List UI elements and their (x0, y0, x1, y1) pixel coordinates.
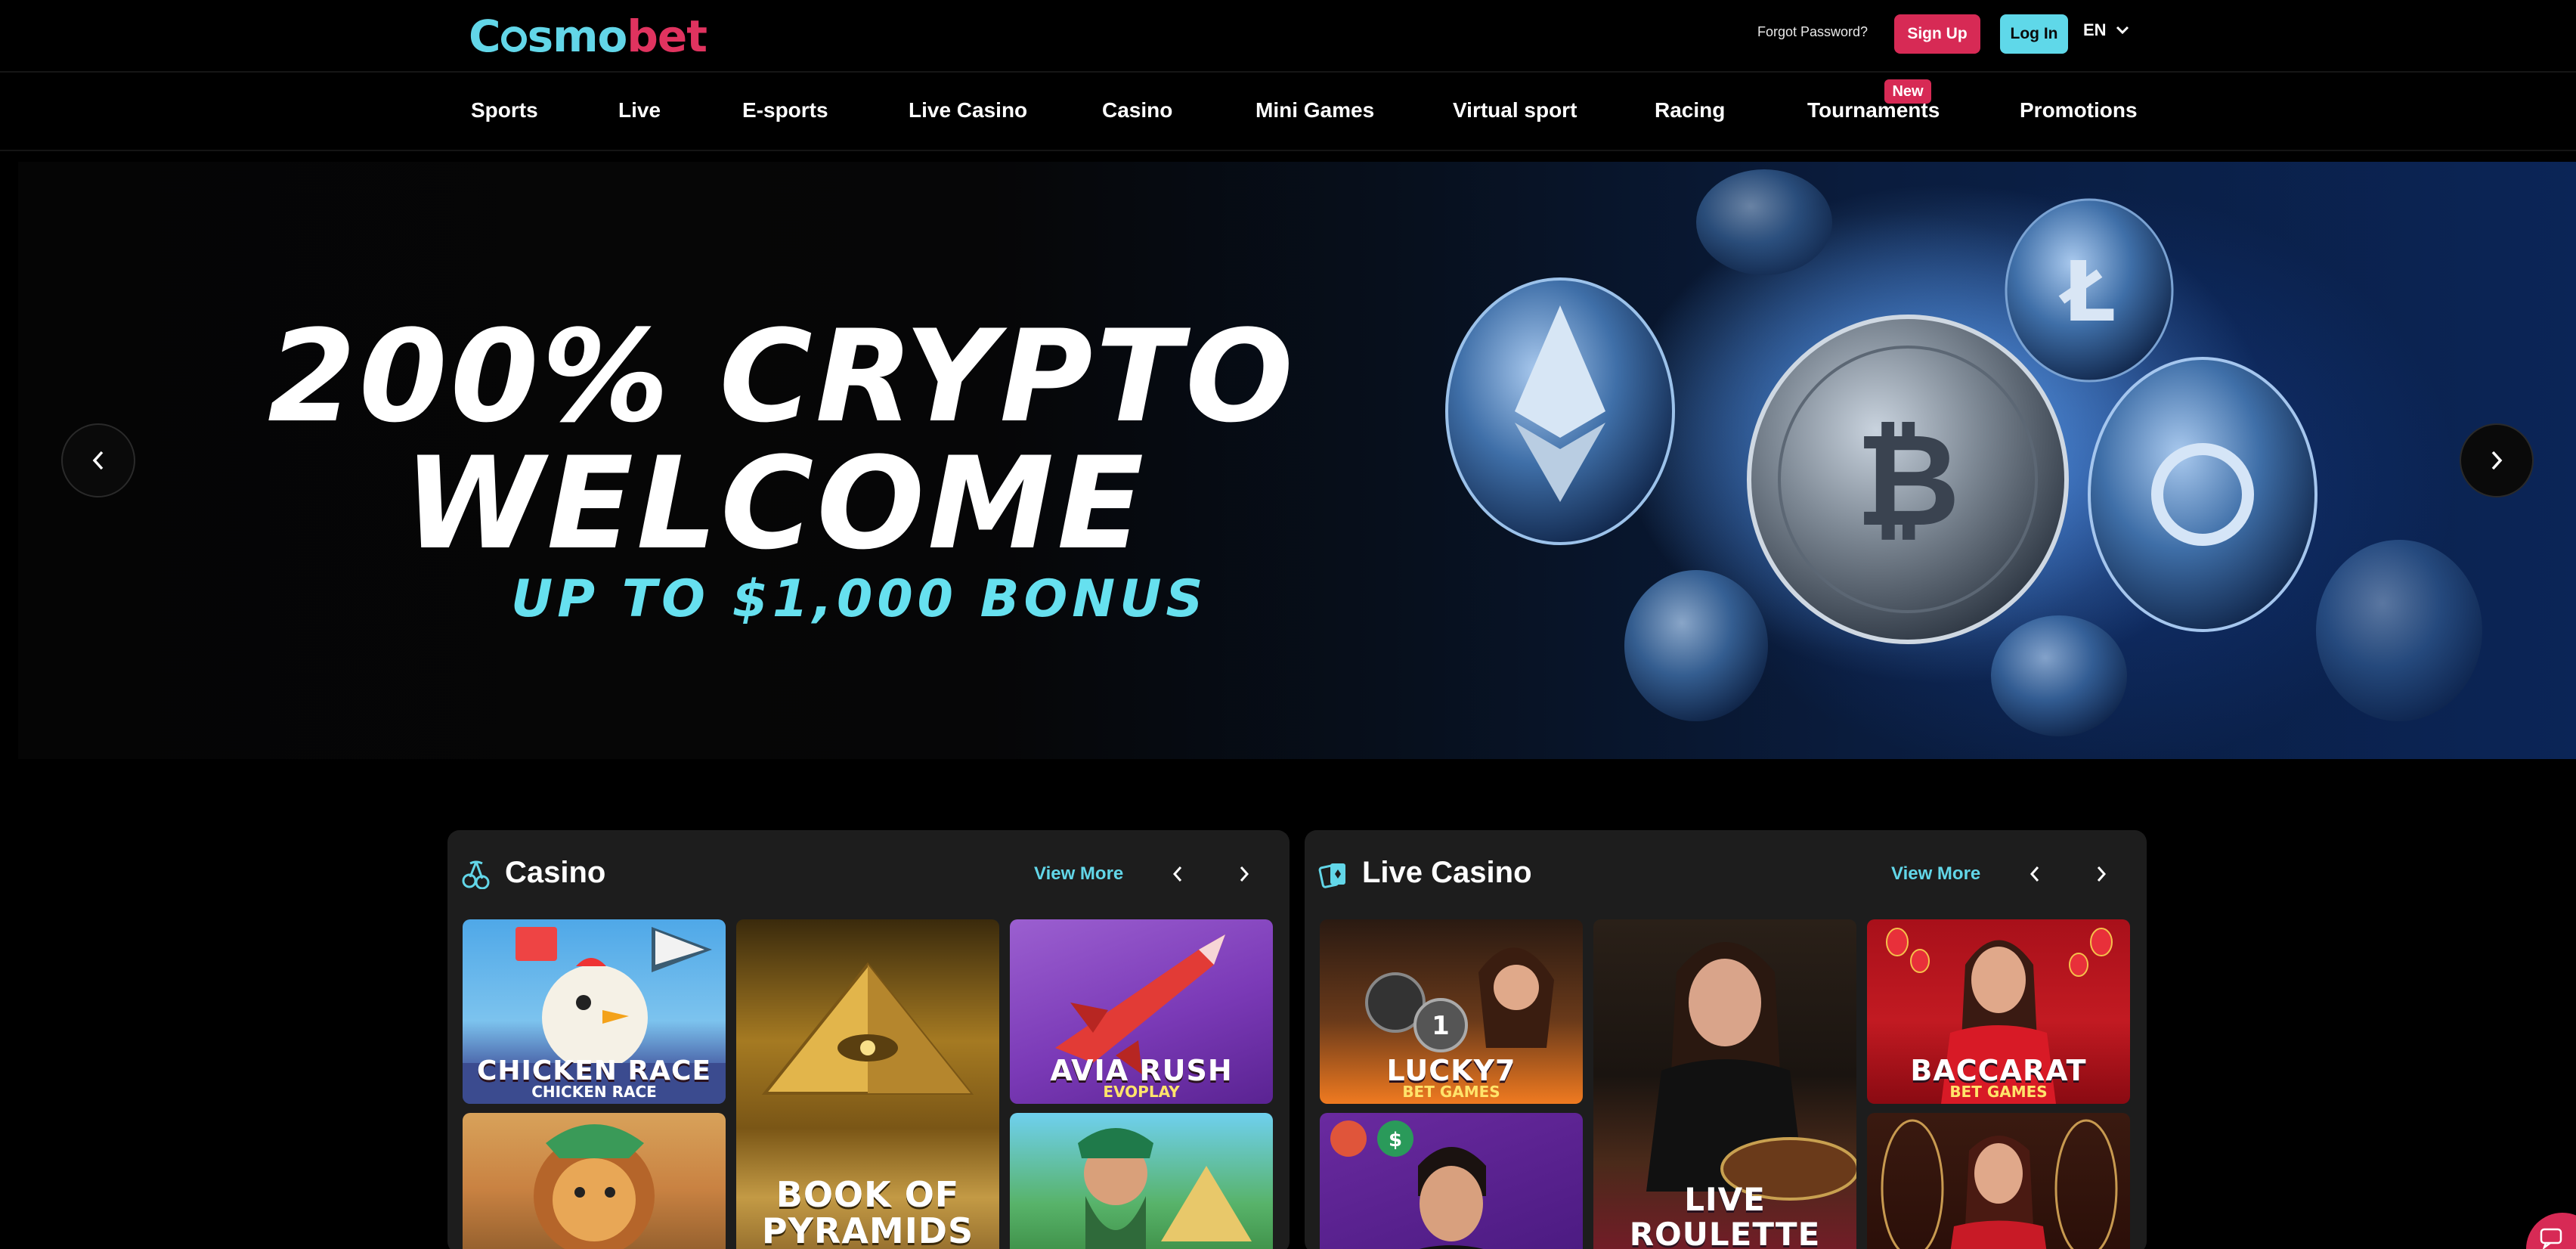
game-tile-live-dealer-2[interactable] (1867, 1113, 2130, 1249)
nav-item-live-casino[interactable]: Live Casino (909, 98, 1027, 122)
game-title: LIVE ROULETTE EUROPEAN (1629, 1181, 1821, 1249)
cosmobet-logo[interactable]: Csmobet (469, 11, 707, 62)
chevron-down-icon (2116, 26, 2129, 35)
language-selector[interactable]: EN (2083, 20, 2129, 40)
svg-text:1: 1 (1432, 1011, 1450, 1041)
new-badge: New (1884, 79, 1931, 104)
hero-prev-button[interactable] (61, 423, 135, 497)
game-tile-lucky7[interactable]: 1 LUCKY7 BET GAMES (1320, 919, 1583, 1104)
game-provider: BET GAMES (1949, 1083, 2048, 1101)
game-provider: EVOPLAY (1103, 1083, 1180, 1101)
nav-item-promotions[interactable]: Promotions (2020, 98, 2138, 122)
nav-item-casino[interactable]: Casino (1102, 98, 1172, 122)
live-casino-section: Live Casino View More 1 LUCKY7 BET GAMES (1305, 830, 2147, 1249)
dealer-woman-art (1881, 1119, 2118, 1249)
casino-next-button[interactable] (1232, 862, 1256, 886)
live-casino-prev-button[interactable] (2023, 862, 2047, 886)
nav-item-mini-games[interactable]: Mini Games (1255, 98, 1374, 122)
chevron-left-icon (2030, 866, 2039, 882)
nav-item-racing[interactable]: Racing (1655, 98, 1725, 122)
casino-section-title: Casino (505, 856, 606, 889)
game-tile-lion-slot[interactable] (463, 1113, 726, 1249)
lion-art (534, 1124, 655, 1249)
game-tile-jungle-slot[interactable] (1010, 1113, 1273, 1249)
cherries-icon (462, 860, 490, 889)
game-title: BOOK OF PYRAMIDS (761, 1174, 974, 1249)
game-provider: CHICKEN RACE (531, 1083, 657, 1101)
game-tile-avia-rush[interactable]: AVIA RUSH EVOPLAY (1010, 919, 1273, 1104)
casino-prev-button[interactable] (1166, 862, 1190, 886)
main-navigation: Sports Live E-sports Live Casino Casino … (0, 74, 2576, 151)
nav-item-sports[interactable]: Sports (471, 98, 538, 122)
live-casino-section-title: Live Casino (1362, 856, 1532, 889)
nav-item-esports[interactable]: E-sports (742, 98, 828, 122)
chevron-right-icon (2491, 451, 2503, 470)
casino-view-more-link[interactable]: View More (1034, 863, 1123, 885)
live-casino-next-button[interactable] (2089, 862, 2113, 886)
sign-up-button[interactable]: Sign Up (1894, 14, 1980, 54)
game-tile-chicken-race[interactable]: CHICKEN RACE CHICKEN RACE (463, 919, 726, 1104)
hero-subtitle: UP TO $1,000 BONUS (511, 569, 1208, 629)
dealer-art: $ (1330, 1120, 1486, 1249)
log-in-button[interactable]: Log In (2000, 14, 2068, 54)
chevron-left-icon (1172, 866, 1182, 882)
casino-section: Casino View More CHICKEN RACE CHICKEN RA… (447, 830, 1290, 1249)
chevron-right-icon (2097, 866, 2107, 882)
chevron-right-icon (1240, 866, 1249, 882)
svg-text:₿: ₿ (1856, 406, 1961, 556)
game-provider: BET GAMES (1402, 1083, 1500, 1101)
game-title: CHICKEN RACE (476, 1055, 712, 1086)
svg-text:$: $ (1389, 1129, 1402, 1151)
svg-text:Ł: Ł (2059, 243, 2116, 340)
live-chat-button[interactable] (2526, 1213, 2576, 1249)
game-tile-live-dealer[interactable]: $ (1320, 1113, 1583, 1249)
live-casino-section-header: Live Casino View More (1305, 830, 2147, 916)
casino-section-header: Casino View More (447, 830, 1290, 916)
hero-title-line1: 200% CRYPTO (268, 302, 1296, 451)
live-casino-view-more-link[interactable]: View More (1891, 863, 1980, 885)
nav-item-virtual-sport[interactable]: Virtual sport (1453, 98, 1577, 122)
forgot-password-link[interactable]: Forgot Password? (1757, 24, 1868, 40)
chat-bubble-icon (2540, 1228, 2562, 1249)
nav-item-live[interactable]: Live (618, 98, 661, 122)
game-tile-live-roulette-european[interactable]: LIVE ROULETTE EUROPEAN (1593, 919, 1856, 1249)
crypto-coins-image: ₿ Ł (1445, 169, 2482, 736)
top-header: Csmobet Forgot Password? Sign Up Log In … (0, 0, 2576, 73)
playing-cards-icon (1318, 863, 1345, 888)
hero-next-button[interactable] (2460, 423, 2534, 497)
game-tile-baccarat[interactable]: BACCARAT BET GAMES (1867, 919, 2130, 1104)
hero-banner[interactable]: 200% CRYPTO WELCOME UP TO $1,000 BONUS ₿… (18, 162, 2576, 759)
game-tile-book-of-pyramids[interactable]: BOOK OF PYRAMIDS (736, 919, 999, 1249)
language-label: EN (2083, 20, 2107, 39)
logo-orbit-icon (500, 26, 527, 52)
jungle-art (1078, 1128, 1252, 1249)
hero-title-line2: WELCOME (404, 429, 1147, 578)
chevron-left-icon (92, 451, 104, 470)
